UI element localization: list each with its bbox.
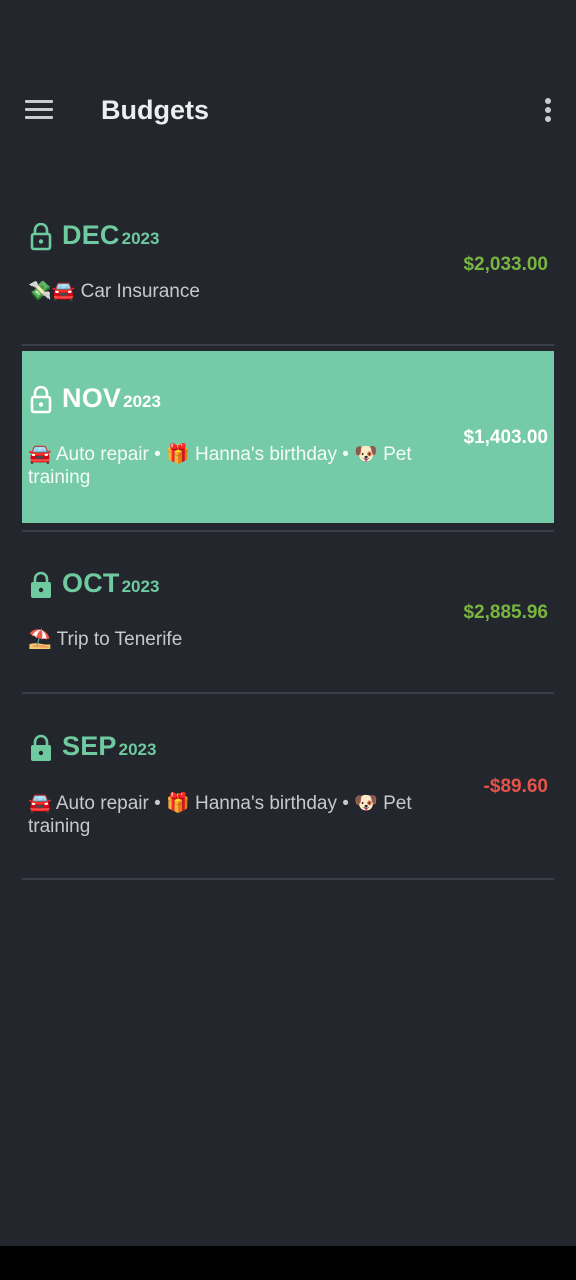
budget-description: 🚘 Auto repair • 🎁 Hanna's birthday • 🐶 P…	[28, 793, 412, 837]
budget-description: ⛱️ Trip to Tenerife	[28, 629, 183, 650]
budget-item-dec-2023[interactable]: DEC 2023 $2,033.00 💸🚘 Car Insurance	[22, 180, 554, 346]
budget-description: 💸🚘 Car Insurance	[28, 281, 200, 302]
lock-open-icon	[30, 386, 52, 414]
status-bar	[0, 0, 576, 60]
more-icon-dot	[545, 107, 551, 113]
hamburger-menu-icon	[25, 100, 53, 103]
budget-month: NOV	[62, 383, 122, 413]
month-row: OCT 2023	[30, 568, 159, 602]
page-title: Budgets	[101, 95, 209, 125]
app-bar: Budgets	[0, 70, 576, 150]
budget-amount: $1,403.00	[463, 427, 548, 448]
budget-item-nov-2023[interactable]: NOV 2023 $1,403.00 🚘 Auto repair • 🎁 Han…	[22, 351, 554, 532]
more-icon-dot	[545, 116, 551, 122]
budget-item-oct-2023[interactable]: OCT 2023 $2,885.96 ⛱️ Trip to Tenerife	[22, 532, 554, 694]
lock-open-icon	[30, 223, 52, 251]
menu-button[interactable]	[20, 90, 58, 128]
month-row: NOV 2023	[30, 383, 161, 417]
menu-icon-bar	[25, 116, 53, 119]
budget-month: OCT	[62, 568, 120, 598]
budget-month: SEP	[62, 731, 117, 761]
lock-closed-icon	[31, 571, 51, 598]
more-vertical-icon	[545, 98, 551, 104]
more-options-button[interactable]	[538, 92, 558, 128]
budget-amount: $2,033.00	[463, 254, 548, 275]
month-row: DEC 2023	[30, 220, 159, 254]
budget-year: 2023	[123, 392, 161, 411]
budget-year: 2023	[121, 577, 160, 596]
menu-icon-bar	[25, 108, 53, 111]
budget-year: 2023	[118, 740, 157, 759]
budget-description: 🚘 Auto repair • 🎁 Hanna's birthday • 🐶 P…	[28, 444, 412, 488]
budget-amount: $2,885.96	[463, 602, 548, 623]
divider	[22, 878, 554, 880]
system-navigation-bar	[0, 1246, 576, 1280]
month-row: SEP 2023	[30, 731, 156, 765]
budgets-screen: Budgets DEC 2023 $2,033.00 💸🚘 Car Insura…	[0, 0, 576, 1280]
budget-amount: -$89.60	[483, 776, 548, 797]
budget-item-sep-2023[interactable]: SEP 2023 -$89.60 🚘 Auto repair • 🎁 Hanna…	[22, 694, 554, 880]
divider	[22, 344, 554, 346]
lock-closed-icon	[31, 734, 51, 761]
budget-month: DEC	[62, 220, 120, 250]
budget-year: 2023	[121, 229, 160, 248]
